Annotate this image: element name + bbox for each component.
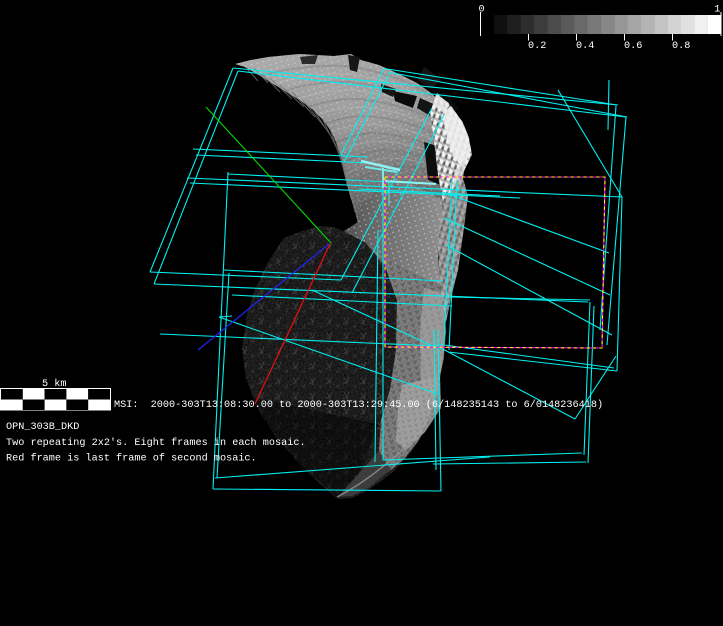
svg-text:0.4: 0.4 xyxy=(576,41,594,52)
svg-text:0.2: 0.2 xyxy=(528,41,546,52)
svg-text:0.8: 0.8 xyxy=(672,41,690,52)
svg-text:MSI: 2000-303T13:08:30.00 to: MSI: 2000-303T13:08:30.00 to 2000-303T13… xyxy=(114,399,603,411)
svg-text:1: 1 xyxy=(714,5,720,16)
svg-text:0.6: 0.6 xyxy=(624,41,642,52)
svg-text:Two repeating 2x2′s. Eight fra: Two repeating 2x2′s. Eight frames in eac… xyxy=(6,437,306,449)
svg-text:OPN_303B_DKD: OPN_303B_DKD xyxy=(6,422,79,433)
svg-text:5 km: 5 km xyxy=(42,378,66,390)
svg-text:Red frame is last frame of sec: Red frame is last frame of second mosaic… xyxy=(6,453,257,465)
svg-text:0: 0 xyxy=(479,5,485,16)
